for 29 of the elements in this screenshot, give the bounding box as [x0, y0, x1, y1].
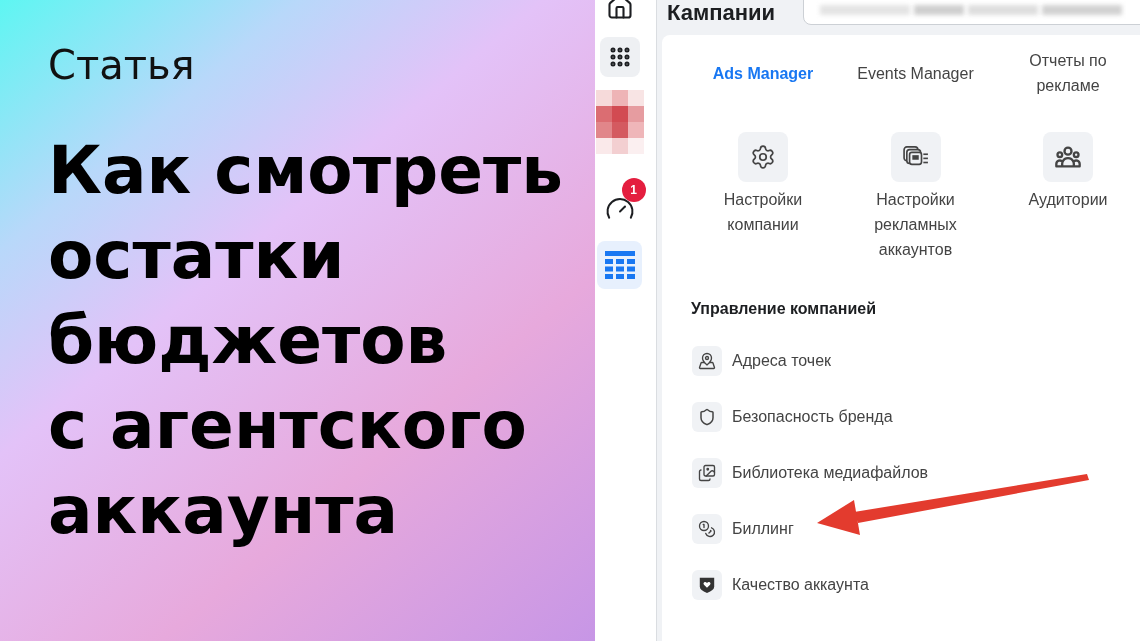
tool-tab[interactable]: Events Manager — [857, 48, 974, 98]
shortcut-link[interactable]: Настройки компании — [708, 132, 818, 262]
shield-icon — [692, 402, 722, 432]
stacked-screens-icon — [890, 132, 941, 182]
gear-icon — [738, 132, 788, 182]
section-title: Управление компанией — [691, 299, 876, 319]
all-tools-button[interactable] — [599, 37, 640, 77]
home-icon — [605, 0, 634, 21]
notification-badge: 1 — [621, 178, 646, 202]
images-icon — [692, 458, 722, 488]
page-title: Кампании — [667, 1, 776, 25]
article-label: Статья — [48, 41, 195, 90]
coins-icon — [692, 514, 722, 544]
tool-tab[interactable]: Отчеты по рекламе — [1005, 48, 1131, 98]
table-button[interactable] — [597, 241, 642, 289]
article-title: Как смотреть остатки бюджетов с агентского аккаунта — [48, 131, 563, 551]
shortcut-link[interactable]: Аудитории — [1028, 132, 1108, 262]
shortcut-link[interactable]: Настройки рекламных аккаунтов — [860, 132, 971, 262]
account-avatar-button[interactable] — [595, 90, 644, 154]
menu-item[interactable]: Биллинг — [692, 514, 794, 544]
pixelated-avatar-icon — [595, 90, 644, 154]
tool-tab[interactable]: Ads Manager — [712, 48, 814, 98]
table-icon — [604, 251, 635, 279]
menu-item[interactable]: Качество аккаунта — [692, 570, 869, 600]
menu-item[interactable]: Безопасность бренда — [692, 402, 893, 432]
menu-item[interactable]: Адреса точек — [692, 346, 832, 376]
menu-item[interactable]: Библиотека медиафайлов — [692, 458, 929, 488]
map-pin-icon — [692, 346, 722, 376]
people-group-icon — [1043, 132, 1093, 182]
